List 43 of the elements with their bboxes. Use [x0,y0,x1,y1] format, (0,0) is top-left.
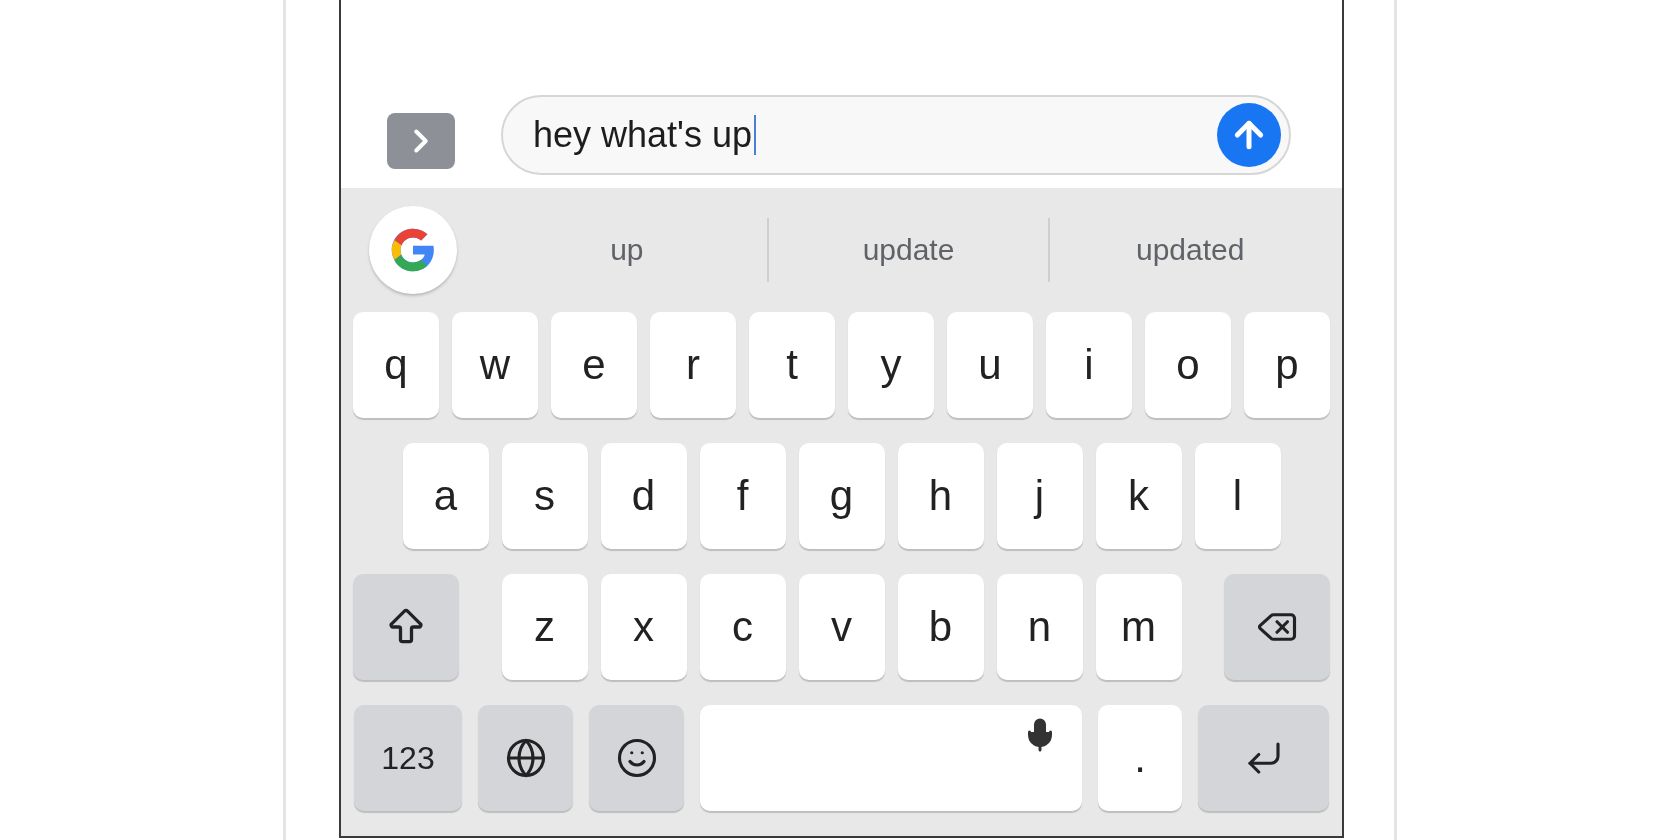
backspace-key[interactable] [1224,574,1330,680]
globe-icon [504,737,547,779]
apps-button[interactable] [387,112,455,169]
letter-key[interactable]: a [402,443,489,549]
letter-key[interactable]: w [452,312,538,418]
letter-key[interactable]: i [1046,312,1132,418]
letter-key[interactable]: b [897,574,984,680]
letter-key[interactable]: l [1194,443,1281,549]
letter-key[interactable]: e [551,312,637,418]
text-cursor [754,114,756,155]
suggestion[interactable]: updated [1050,223,1330,277]
letter-key[interactable]: m [1095,574,1182,680]
letter-key[interactable]: r [650,312,736,418]
letter-key[interactable]: y [848,312,934,418]
letter-key[interactable]: p [1244,312,1330,418]
message-text: hey what's up [533,113,752,156]
shift-key[interactable] [353,574,459,680]
smiley-icon [615,737,658,779]
letter-key[interactable]: o [1145,312,1231,418]
letter-key[interactable]: t [749,312,835,418]
letter-key[interactable]: v [798,574,885,680]
letter-key[interactable]: z [501,574,588,680]
letter-key[interactable]: j [996,443,1083,549]
letter-key[interactable]: g [798,443,885,549]
letter-key[interactable]: q [353,312,439,418]
numbers-key[interactable]: 123 [354,705,462,811]
letter-key[interactable]: s [501,443,588,549]
message-field[interactable]: hey what's up [501,94,1291,175]
letter-key[interactable]: x [600,574,687,680]
letter-key[interactable]: n [996,574,1083,680]
google-button[interactable] [369,206,457,294]
globe-key[interactable] [478,705,573,811]
emoji-key[interactable] [589,705,684,811]
period-key[interactable]: . [1098,705,1182,811]
send-button[interactable] [1217,102,1281,167]
suggestion[interactable]: up [487,223,767,277]
letter-key[interactable]: f [699,443,786,549]
letter-key[interactable]: c [699,574,786,680]
suggestion[interactable]: update [768,223,1049,277]
letter-key[interactable]: u [947,312,1033,418]
letter-key[interactable]: d [600,443,687,549]
letter-key[interactable]: h [897,443,984,549]
letter-key[interactable]: k [1095,443,1182,549]
